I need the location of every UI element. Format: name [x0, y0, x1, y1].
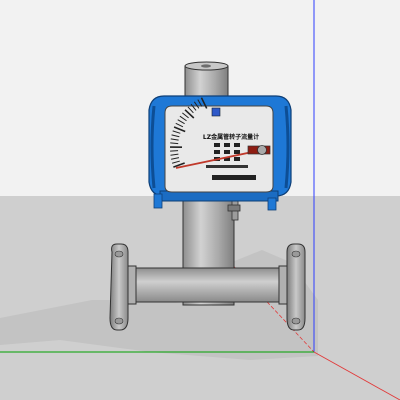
- dial-bar-top: [206, 165, 248, 168]
- dial-label: LZ金属管转子流量计: [203, 133, 259, 141]
- dial-bar-bottom: [212, 175, 256, 180]
- modeling-viewport[interactable]: LZ金属管转子流量计: [0, 0, 400, 400]
- left-flange: [109, 243, 129, 331]
- horizontal-pipe: [119, 267, 296, 303]
- dial-legend-blocks: [214, 143, 240, 161]
- right-flange: [286, 243, 306, 331]
- blue-indicator-square: [211, 107, 221, 117]
